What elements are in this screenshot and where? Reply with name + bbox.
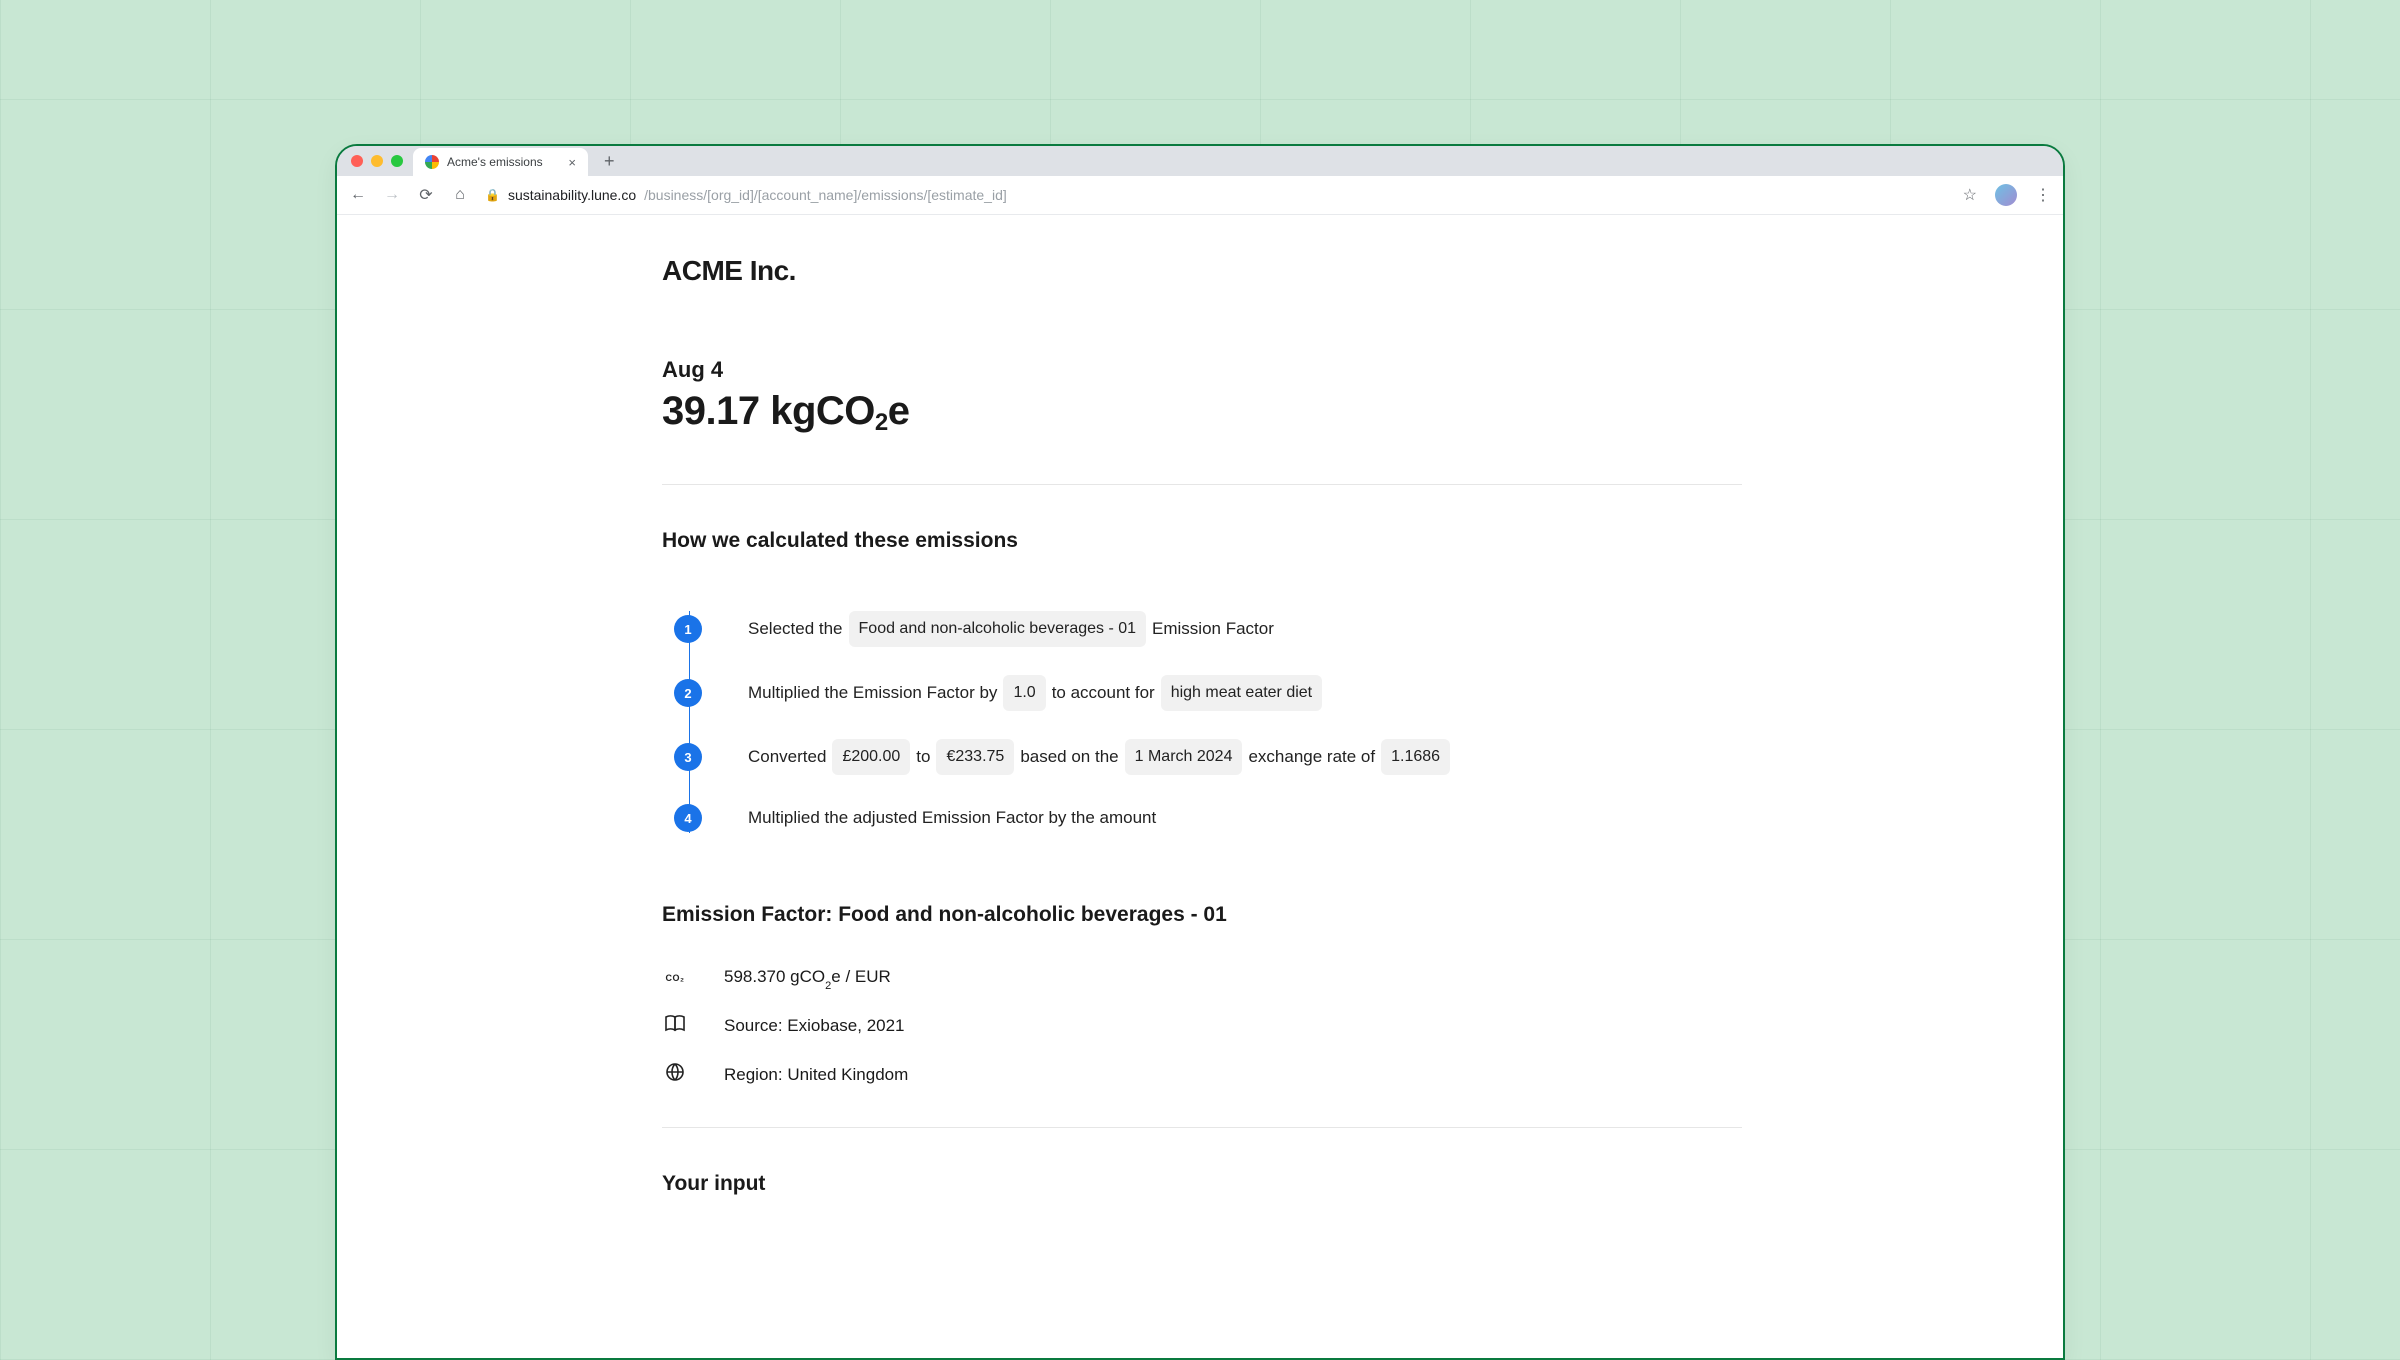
chip-fx-rate: 1.1686 — [1381, 739, 1450, 775]
step-badge: 3 — [674, 743, 702, 771]
ef-value-row: CO₂ 598.370 gCO2e / EUR — [662, 967, 1742, 989]
window-controls — [351, 155, 403, 167]
page-content: ACME Inc. Aug 4 39.17 kgCO2e How we calc… — [337, 215, 2063, 1196]
emission-date: Aug 4 — [662, 357, 1742, 383]
step-badge: 2 — [674, 679, 702, 707]
new-tab-button[interactable]: + — [598, 151, 621, 172]
profile-avatar[interactable] — [1995, 184, 2017, 206]
ef-heading: Emission Factor: Food and non-alcoholic … — [662, 903, 1742, 927]
divider — [662, 1127, 1742, 1128]
browser-tab[interactable]: Acme's emissions × — [413, 148, 588, 176]
ef-region-row: Region: United Kingdom — [662, 1062, 1742, 1087]
input-heading: Your input — [662, 1172, 1742, 1196]
tab-title: Acme's emissions — [447, 155, 543, 169]
step-4: 4 Multiplied the adjusted Emission Facto… — [674, 789, 1742, 847]
co2-icon: CO₂ — [662, 973, 688, 983]
minimize-window-icon[interactable] — [371, 155, 383, 167]
lock-icon: 🔒 — [485, 188, 500, 202]
step-1: 1 Selected the Food and non-alcoholic be… — [674, 597, 1742, 661]
step-3: 3 Converted £200.00 to €233.75 based on … — [674, 725, 1742, 789]
chip-emission-factor: Food and non-alcoholic beverages - 01 — [849, 611, 1147, 647]
chip-diet: high meat eater diet — [1161, 675, 1322, 711]
step-2: 2 Multiplied the Emission Factor by 1.0 … — [674, 661, 1742, 725]
ef-region: Region: United Kingdom — [724, 1065, 908, 1085]
home-icon[interactable]: ⌂ — [451, 186, 469, 204]
star-icon[interactable]: ☆ — [1963, 185, 1977, 205]
favicon-icon — [425, 155, 439, 169]
forward-icon[interactable]: → — [383, 186, 401, 204]
step-text: Converted £200.00 to €233.75 based on th… — [748, 739, 1450, 775]
book-icon — [662, 1014, 688, 1037]
close-window-icon[interactable] — [351, 155, 363, 167]
divider — [662, 484, 1742, 485]
step-text: Selected the Food and non-alcoholic beve… — [748, 611, 1274, 647]
maximize-window-icon[interactable] — [391, 155, 403, 167]
emission-total: 39.17 kgCO2e — [662, 389, 1742, 434]
ef-source-row: Source: Exiobase, 2021 — [662, 1014, 1742, 1037]
step-text: Multiplied the Emission Factor by 1.0 to… — [748, 675, 1322, 711]
company-name: ACME Inc. — [662, 255, 1742, 287]
chip-fx-date: 1 March 2024 — [1125, 739, 1243, 775]
kebab-menu-icon[interactable]: ⋮ — [2035, 185, 2051, 205]
step-text: Multiplied the adjusted Emission Factor … — [748, 803, 1156, 833]
chip-multiplier: 1.0 — [1003, 675, 1045, 711]
url-path: /business/[org_id]/[account_name]/emissi… — [644, 187, 1007, 203]
calculation-steps: 1 Selected the Food and non-alcoholic be… — [674, 597, 1742, 847]
url-field[interactable]: 🔒 sustainability.lune.co/business/[org_i… — [485, 187, 1947, 203]
ef-value: 598.370 gCO2e / EUR — [724, 967, 891, 989]
back-icon[interactable]: ← — [349, 186, 367, 204]
address-bar: ← → ⟳ ⌂ 🔒 sustainability.lune.co/busines… — [337, 176, 2063, 215]
browser-window: Acme's emissions × + ← → ⟳ ⌂ 🔒 sustainab… — [335, 144, 2065, 1360]
url-host: sustainability.lune.co — [508, 187, 636, 203]
close-tab-icon[interactable]: × — [568, 155, 576, 170]
step-badge: 4 — [674, 804, 702, 832]
chip-amount-to: €233.75 — [936, 739, 1014, 775]
chip-amount-from: £200.00 — [832, 739, 910, 775]
reload-icon[interactable]: ⟳ — [417, 185, 435, 205]
ef-source: Source: Exiobase, 2021 — [724, 1016, 905, 1036]
tab-bar: Acme's emissions × + — [337, 146, 2063, 176]
calc-heading: How we calculated these emissions — [662, 529, 1742, 553]
step-badge: 1 — [674, 615, 702, 643]
globe-icon — [662, 1062, 688, 1087]
